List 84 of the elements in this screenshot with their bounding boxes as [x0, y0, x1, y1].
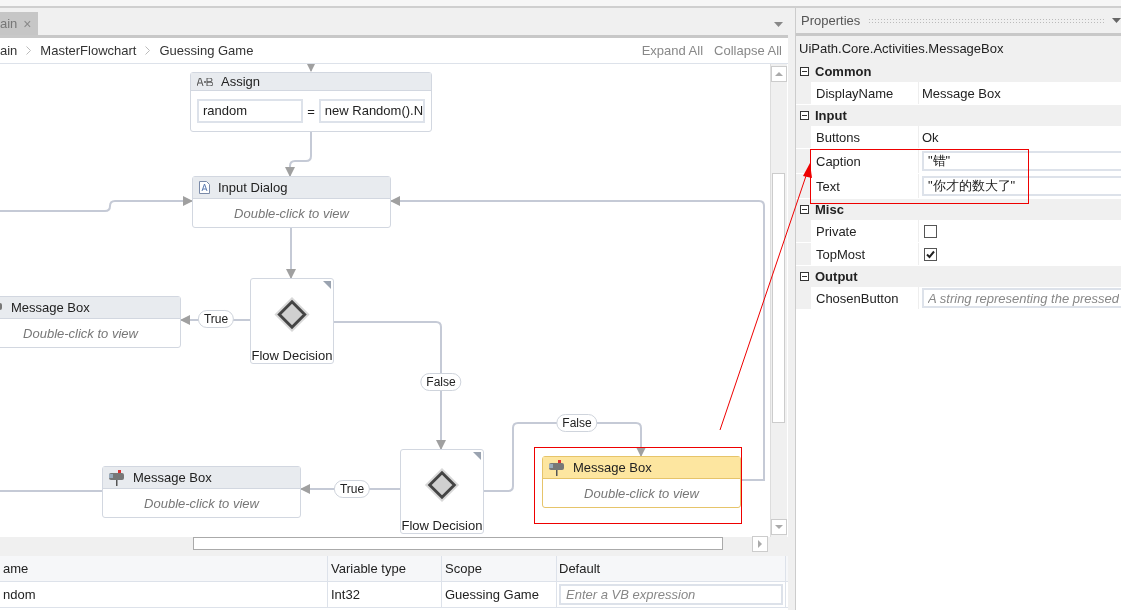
category-label: Output — [815, 269, 858, 284]
dropdown-caret-icon[interactable] — [1112, 18, 1121, 23]
activity-card[interactable]: Message Box Double-click to view — [0, 296, 181, 348]
property-value: Message Box — [922, 85, 1001, 101]
edge-label: True — [197, 310, 235, 328]
mailbox-icon — [549, 459, 565, 476]
activity-card[interactable]: Input Dialog Double-click to view — [192, 176, 391, 228]
column-header[interactable]: Default — [557, 556, 786, 581]
connector-arrow — [286, 227, 296, 279]
table-cell: Int32 — [328, 582, 442, 607]
node-hint: Double-click to view — [23, 325, 138, 341]
table-cell: Guessing Game — [442, 582, 557, 607]
column-header[interactable]: Scope — [442, 556, 557, 581]
breadcrumb-link[interactable]: MasterFlowchart — [40, 43, 137, 58]
node-title: Message Box — [133, 470, 212, 485]
property-field[interactable]: "你才的数大了" — [922, 176, 1121, 196]
corner-triangle-icon — [323, 281, 331, 289]
property-name: Buttons — [811, 126, 919, 148]
property-value: Ok — [922, 129, 939, 145]
property-field[interactable]: A string representing the pressed — [922, 288, 1121, 308]
category-label: Input — [815, 108, 847, 123]
document-icon — [199, 181, 210, 194]
chevron-right-icon — [145, 46, 151, 55]
property-name: DisplayName — [811, 82, 919, 104]
table-cell: ndom — [0, 582, 328, 607]
node-title: Message Box — [11, 300, 90, 315]
mailbox-icon — [109, 469, 125, 486]
scroll-right-icon[interactable] — [752, 536, 768, 552]
property-name: Text — [811, 174, 919, 198]
decision-node[interactable]: Flow Decision — [250, 278, 334, 364]
scroll-up-icon[interactable] — [771, 66, 787, 82]
property-name: TopMost — [811, 243, 919, 265]
panel-title: Properties — [801, 13, 861, 28]
node-hint: Double-click to view — [584, 485, 699, 501]
scrollbar-thumb[interactable] — [772, 173, 785, 423]
property-name: Caption — [811, 149, 919, 173]
assign-icon — [197, 77, 213, 86]
breadcrumb-link[interactable]: ain — [0, 43, 18, 58]
activity-type-name: UiPath.Core.Activities.MessageBox — [799, 41, 1004, 56]
node-hint: Double-click to view — [234, 205, 349, 221]
connector-arrow — [306, 64, 316, 72]
dropdown-caret-icon[interactable] — [774, 22, 783, 27]
node-title: Input Dialog — [218, 180, 288, 195]
property-field[interactable]: "错" — [922, 151, 1121, 171]
node-hint: Double-click to view — [144, 495, 259, 511]
category-label: Misc — [815, 202, 844, 217]
expression-field[interactable]: Enter a VB expression — [559, 584, 783, 605]
vertical-scrollbar[interactable] — [770, 64, 787, 537]
activity-card[interactable]: Assign random = new Random().N — [190, 72, 432, 132]
equals-sign: = — [307, 103, 315, 119]
property-name: Private — [811, 220, 919, 242]
diamond-icon — [422, 466, 462, 504]
collapse-icon[interactable] — [800, 111, 809, 120]
column-header[interactable]: ame — [0, 556, 328, 581]
node-title: Flow Decision — [251, 348, 333, 363]
edge-label: False — [556, 414, 598, 432]
category-label: Common — [815, 64, 872, 79]
checkbox[interactable] — [924, 247, 937, 261]
edge-label: True — [333, 480, 371, 498]
designer-action-link[interactable]: Expand All — [641, 43, 704, 58]
node-title: Message Box — [573, 460, 652, 475]
node-title: Assign — [221, 74, 261, 89]
checkbox[interactable] — [924, 224, 937, 238]
collapse-icon[interactable] — [800, 272, 809, 281]
chevron-right-icon — [26, 46, 32, 55]
collapse-icon[interactable] — [800, 67, 809, 76]
scroll-down-icon[interactable] — [771, 519, 787, 535]
input-field[interactable]: random — [197, 99, 304, 123]
horizontal-scrollbar[interactable] — [0, 537, 788, 551]
designer-action-link[interactable]: Collapse All — [714, 43, 782, 58]
connector-arrow — [285, 131, 312, 177]
column-header[interactable]: Variable type — [328, 556, 442, 581]
property-name: ChosenButton — [811, 287, 919, 309]
node-title: Flow Decision — [401, 518, 483, 533]
breadcrumb-link[interactable]: Guessing Game — [159, 43, 254, 58]
input-field[interactable]: new Random().N — [318, 99, 425, 123]
scrollbar-thumb[interactable] — [193, 537, 723, 550]
collapse-icon[interactable] — [800, 205, 809, 214]
diamond-icon — [272, 295, 312, 334]
decision-node[interactable]: Flow Decision — [400, 449, 484, 534]
edge-label: False — [420, 373, 462, 391]
corner-triangle-icon — [473, 452, 481, 460]
activity-card[interactable]: Message Box Double-click to view — [542, 456, 741, 508]
activity-card[interactable]: Message Box Double-click to view — [102, 466, 301, 518]
